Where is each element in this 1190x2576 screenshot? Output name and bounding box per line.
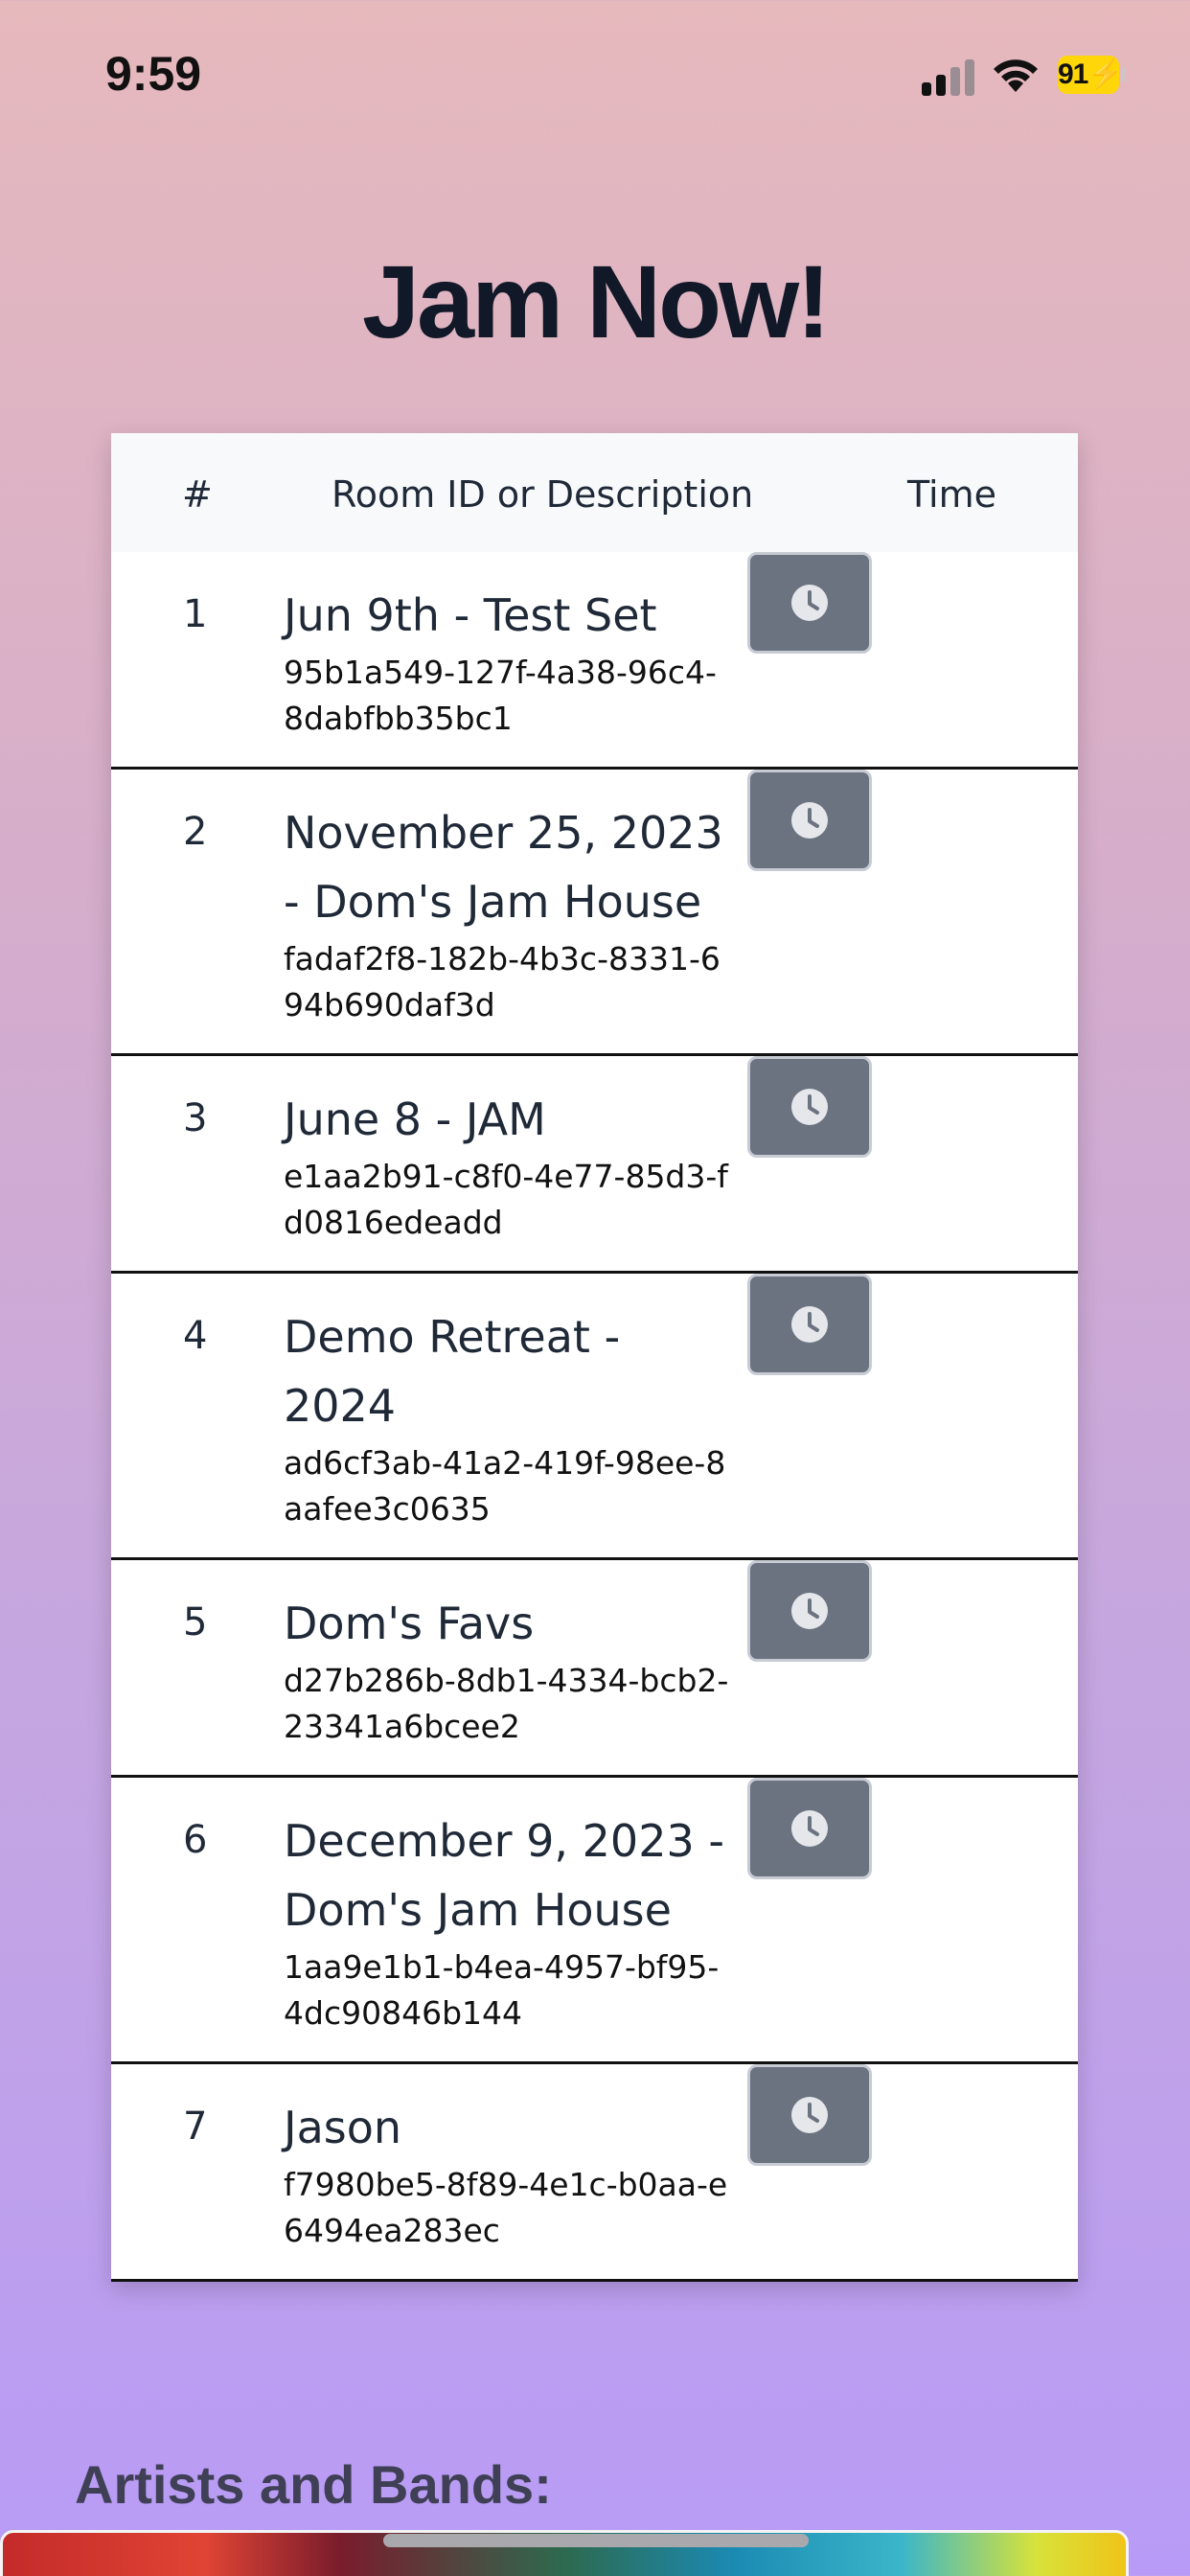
table-row[interactable]: 2 November 25, 2023 - Dom's Jam House fada… — [111, 770, 1078, 1056]
page-title: Jam Now! — [361, 243, 831, 359]
row-description: November 25, 2023 - Dom's Jam House fadaf… — [284, 770, 734, 1053]
room-title[interactable]: Demo Retreat - 2024 — [284, 1302, 734, 1440]
artists-heading: Artists and Bands: — [75, 2454, 552, 2515]
table-row[interactable]: 4 Demo Retreat - 2024 ad6cf3ab-41a2-419f-9… — [111, 1274, 1078, 1560]
clock-icon — [790, 1304, 830, 1345]
clock-icon — [790, 583, 830, 623]
header-number: # — [182, 473, 213, 516]
table-body: 1 Jun 9th - Test Set 95b1a549-127f-4a38-96… — [111, 552, 1078, 2282]
room-id: 1aa9e1b1-b4ea-4957-bf95-4dc90846b144 — [284, 1948, 720, 2032]
row-description: June 8 - JAM e1aa2b91-c8f0-4e77-85d3-fd08… — [284, 1056, 734, 1271]
room-id: d27b286b-8db1-4334-bcb2-23341a6bcee2 — [284, 1662, 729, 1745]
row-description: Jason f7980be5-8f89-4e1c-b0aa-e6494ea283e… — [284, 2064, 734, 2279]
room-title[interactable]: December 9, 2023 - Dom's Jam House — [284, 1806, 734, 1944]
table-row[interactable]: 7 Jason f7980be5-8f89-4e1c-b0aa-e6494ea283… — [111, 2064, 1078, 2282]
time-button[interactable] — [747, 1274, 872, 1375]
row-number: 6 — [183, 1818, 208, 1862]
room-title[interactable]: Jun 9th - Test Set — [284, 581, 734, 650]
room-title[interactable]: Dom's Favs — [284, 1589, 734, 1658]
clock-icon — [790, 1808, 830, 1849]
room-title[interactable]: June 8 - JAM — [284, 1085, 734, 1154]
room-id: fadaf2f8-182b-4b3c-8331-694b690daf3d — [284, 940, 721, 1024]
rooms-table: # Room ID or Description Time 1 Jun 9th -… — [111, 433, 1078, 2282]
battery-nub — [1121, 67, 1126, 82]
time-button[interactable] — [747, 770, 872, 871]
row-number: 4 — [183, 1314, 208, 1358]
battery-level: 91 — [1058, 58, 1088, 90]
room-id: f7980be5-8f89-4e1c-b0aa-e6494ea283ec — [284, 2166, 728, 2249]
wifi-icon — [994, 59, 1038, 92]
row-number: 3 — [183, 1096, 208, 1140]
time-button[interactable] — [747, 2064, 872, 2166]
status-time: 9:59 — [105, 47, 202, 101]
cellular-signal-icon — [922, 58, 975, 96]
table-row[interactable]: 5 Dom's Favs d27b286b-8db1-4334-bcb2-23341… — [111, 1560, 1078, 1778]
time-button[interactable] — [747, 552, 872, 654]
row-description: Demo Retreat - 2024 ad6cf3ab-41a2-419f-98… — [284, 1274, 734, 1557]
room-title[interactable]: November 25, 2023 - Dom's Jam House — [284, 798, 734, 936]
row-number: 2 — [183, 810, 208, 854]
row-description: Dom's Favs d27b286b-8db1-4334-bcb2-23341a… — [284, 1560, 734, 1775]
table-row[interactable]: 6 December 9, 2023 - Dom's Jam House 1aa9e… — [111, 1778, 1078, 2064]
table-header: # Room ID or Description Time — [111, 433, 1078, 552]
time-button[interactable] — [747, 1778, 872, 1879]
clock-icon — [790, 1591, 830, 1631]
clock-icon — [790, 1087, 830, 1127]
status-bar: 9:59 91⚡ — [0, 0, 1190, 144]
clock-icon — [790, 2095, 830, 2135]
row-number: 1 — [183, 592, 208, 636]
room-id: e1aa2b91-c8f0-4e77-85d3-fd0816edeadd — [284, 1158, 728, 1241]
room-id: 95b1a549-127f-4a38-96c4-8dabfbb35bc1 — [284, 654, 717, 737]
clock-icon — [790, 800, 830, 840]
table-row[interactable]: 3 June 8 - JAM e1aa2b91-c8f0-4e77-85d3-fd0… — [111, 1056, 1078, 1274]
table-row[interactable]: 1 Jun 9th - Test Set 95b1a549-127f-4a38-96… — [111, 552, 1078, 770]
row-description: December 9, 2023 - Dom's Jam House 1aa9e1… — [284, 1778, 734, 2061]
header-description: Room ID or Description — [332, 473, 754, 516]
battery-icon: 91⚡ — [1058, 56, 1124, 94]
header-time: Time — [907, 473, 996, 516]
row-number: 5 — [183, 1600, 208, 1644]
row-description: Jun 9th - Test Set 95b1a549-127f-4a38-96c… — [284, 552, 734, 767]
room-title[interactable]: Jason — [284, 2093, 734, 2162]
room-id: ad6cf3ab-41a2-419f-98ee-8aafee3c0635 — [284, 1444, 726, 1528]
row-number: 7 — [183, 2104, 208, 2149]
time-button[interactable] — [747, 1056, 872, 1158]
home-indicator[interactable] — [383, 2534, 809, 2547]
time-button[interactable] — [747, 1560, 872, 1662]
